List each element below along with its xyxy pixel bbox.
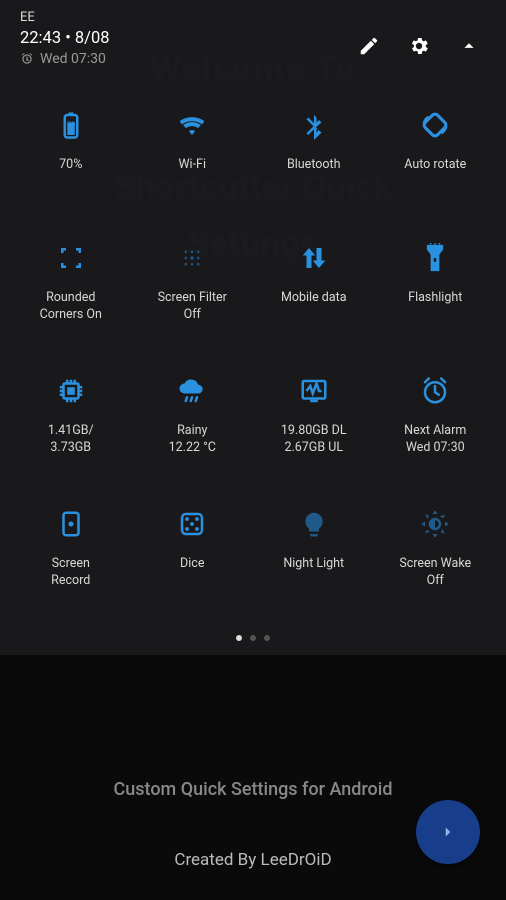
gear-icon[interactable] [408, 35, 430, 57]
tile-weather[interactable]: Rainy 12.22 °C [132, 363, 254, 488]
tile-screen-record-label: Screen Record [47, 556, 94, 590]
tile-data-usage[interactable]: 19.80GB DL 2.67GB UL [253, 363, 375, 488]
tile-next-alarm[interactable]: Next Alarm Wed 07:30 [375, 363, 497, 488]
tile-rounded-corners[interactable]: Rounded Corners On [10, 230, 132, 355]
next-alarm-header[interactable]: Wed 07:30 [20, 51, 358, 67]
tile-night-light-label: Night Light [279, 556, 348, 573]
tile-night-light[interactable]: Night Light [253, 496, 375, 621]
edit-icon[interactable] [358, 35, 380, 57]
monitor-activity-icon [299, 376, 329, 406]
tile-rounded-corners-label: Rounded Corners On [36, 290, 106, 324]
quick-settings-tiles: 70 70% Wi-Fi Bluetooth Auto rotate [0, 67, 506, 627]
memory-chip-icon [56, 376, 86, 406]
tile-memory-label: 1.41GB/ 3.73GB [44, 423, 98, 457]
auto-rotate-icon [420, 110, 450, 140]
flashlight-icon [420, 243, 450, 273]
bluetooth-icon [299, 110, 329, 140]
tile-data-usage-label: 19.80GB DL 2.67GB UL [277, 423, 351, 457]
tile-auto-rotate[interactable]: Auto rotate [375, 97, 497, 222]
tile-screen-wake[interactable]: Screen Wake Off [375, 496, 497, 621]
lightbulb-icon [299, 509, 329, 539]
rain-cloud-icon [177, 376, 207, 406]
alarm-icon [20, 52, 34, 66]
tile-wifi-label: Wi-Fi [174, 157, 210, 174]
chevron-up-icon[interactable] [458, 35, 480, 57]
tile-dice[interactable]: Dice [132, 496, 254, 621]
brightness-icon [420, 509, 450, 539]
tile-wifi[interactable]: Wi-Fi [132, 97, 254, 222]
bg-author-text: Created By LeeDrOiD [174, 850, 331, 870]
page-dot-2[interactable] [250, 635, 256, 641]
carrier-label: EE [20, 10, 35, 25]
battery-icon: 70 [56, 110, 86, 140]
tile-screen-record[interactable]: Screen Record [10, 496, 132, 621]
quick-settings-shade: EE 22:43 • 8/08 Wed 07:30 [0, 0, 506, 655]
page-indicator[interactable] [0, 627, 506, 655]
screen-filter-icon [177, 243, 207, 273]
chevron-right-icon [439, 823, 457, 841]
wifi-icon [177, 110, 207, 140]
time-date[interactable]: 22:43 • 8/08 [20, 29, 358, 48]
clock-date: 8/08 [75, 29, 110, 48]
status-bar: EE [0, 0, 506, 25]
svg-text:70: 70 [67, 120, 75, 129]
page-dot-1[interactable] [236, 635, 242, 641]
mobile-data-icon [299, 243, 329, 273]
tile-weather-label: Rainy 12.22 °C [165, 423, 220, 457]
tile-bluetooth-label: Bluetooth [283, 157, 345, 174]
tile-bluetooth[interactable]: Bluetooth [253, 97, 375, 222]
alarm-clock-icon [420, 376, 450, 406]
shade-header: 22:43 • 8/08 Wed 07:30 [0, 25, 506, 67]
tile-dice-label: Dice [176, 556, 208, 573]
page-dot-3[interactable] [264, 635, 270, 641]
tile-mobile-data[interactable]: Mobile data [253, 230, 375, 355]
rounded-corners-icon [56, 243, 86, 273]
tile-mobile-data-label: Mobile data [277, 290, 351, 307]
tile-screen-filter[interactable]: Screen Filter Off [132, 230, 254, 355]
next-fab-button[interactable] [416, 800, 480, 864]
dice-icon [177, 509, 207, 539]
tile-screen-wake-label: Screen Wake Off [395, 556, 475, 590]
tile-flashlight[interactable]: Flashlight [375, 230, 497, 355]
tile-screen-filter-label: Screen Filter Off [154, 290, 231, 324]
tile-flashlight-label: Flashlight [404, 290, 466, 307]
tile-next-alarm-label: Next Alarm Wed 07:30 [400, 423, 470, 457]
bg-subtitle-text: Custom Quick Settings for Android [114, 779, 393, 800]
tile-battery-label: 70% [55, 157, 86, 174]
clock-time: 22:43 [20, 29, 61, 48]
screen-record-icon [56, 509, 86, 539]
tile-auto-rotate-label: Auto rotate [400, 157, 470, 174]
tile-memory[interactable]: 1.41GB/ 3.73GB [10, 363, 132, 488]
alarm-time-label: Wed 07:30 [40, 51, 106, 67]
tile-battery[interactable]: 70 70% [10, 97, 132, 222]
